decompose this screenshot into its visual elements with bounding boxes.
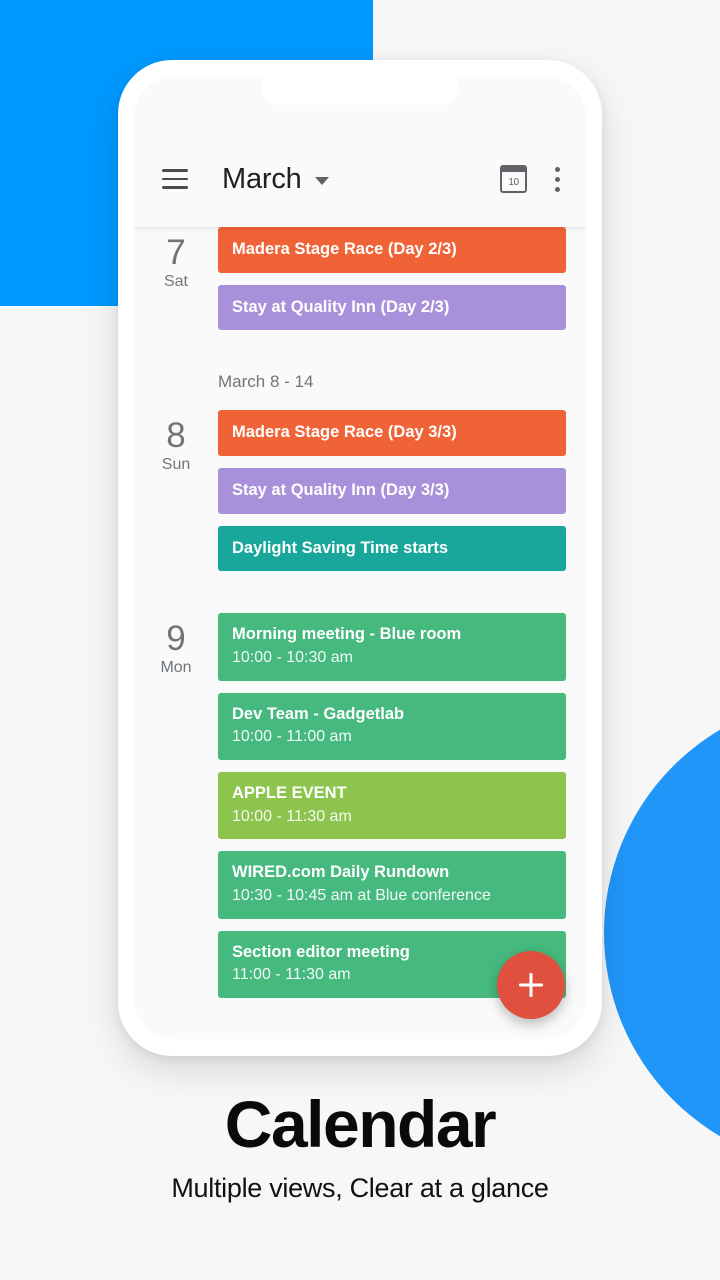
event-title: Morning meeting - Blue room [232, 625, 462, 644]
page-title: March [222, 162, 302, 195]
day-number: 8 [166, 416, 186, 456]
phone-mockup: March 10 7 Sat Madera Stage Race (Day 2/… [118, 60, 602, 1056]
hamburger-menu-icon[interactable] [162, 169, 188, 189]
event-title: WIRED.com Daily Rundown [232, 863, 450, 882]
chevron-down-icon [314, 177, 329, 185]
event-item[interactable]: Madera Stage Race (Day 2/3) [218, 227, 566, 273]
day-number: 9 [166, 619, 186, 659]
event-time: 10:30 - 10:45 am at Blue conference [232, 887, 491, 905]
promo-caption: Calendar Multiple views, Clear at a glan… [0, 1087, 720, 1204]
event-title: Stay at Quality Inn (Day 2/3) [232, 297, 450, 316]
day-events: Madera Stage Race (Day 3/3) Stay at Qual… [218, 410, 566, 583]
day-date-column: 7 Sat [134, 227, 218, 342]
event-title: Daylight Saving Time starts [232, 538, 449, 557]
day-events: Morning meeting - Blue room 10:00 - 10:3… [218, 613, 566, 1010]
event-title: Stay at Quality Inn (Day 3/3) [232, 480, 450, 499]
day-weekday: Mon [160, 658, 192, 676]
add-event-fab[interactable] [497, 951, 565, 1019]
event-title: Section editor meeting [232, 942, 410, 961]
day-date-column: 9 Mon [134, 613, 218, 1010]
calendar-today-date: 10 [508, 177, 519, 188]
day-date-column: 8 Sun [134, 410, 218, 583]
week-range-label: March 8 - 14 [218, 372, 314, 392]
event-item[interactable]: Dev Team - Gadgetlab 10:00 - 11:00 am [218, 692, 566, 760]
promo-title: Calendar [224, 1087, 497, 1161]
event-item[interactable]: Madera Stage Race (Day 3/3) [218, 410, 566, 456]
day-weekday: Sat [163, 272, 188, 290]
agenda-day-8: 8 Sun Madera Stage Race (Day 3/3) Stay a… [134, 410, 586, 583]
event-item[interactable]: Daylight Saving Time starts [218, 525, 566, 572]
day-weekday: Sun [161, 456, 191, 473]
event-time: 10:00 - 11:00 am [232, 728, 352, 746]
event-title: Madera Stage Race (Day 2/3) [232, 240, 457, 258]
more-vertical-icon[interactable] [555, 166, 560, 192]
calendar-today-icon[interactable]: 10 [499, 165, 528, 193]
promo-subtitle: Multiple views, Clear at a glance [171, 1173, 549, 1204]
event-item[interactable]: WIRED.com Daily Rundown 10:30 - 10:45 am… [218, 851, 566, 919]
event-title: Dev Team - Gadgetlab [232, 704, 405, 723]
event-item[interactable]: Stay at Quality Inn (Day 2/3) [218, 284, 566, 331]
phone-screen: March 10 7 Sat Madera Stage Race (Day 2/… [134, 77, 586, 1039]
agenda-day-9: 9 Mon Morning meeting - Blue room 10:00 … [134, 613, 586, 1010]
event-title: Madera Stage Race (Day 3/3) [232, 423, 457, 442]
event-item[interactable]: Morning meeting - Blue room 10:00 - 10:3… [218, 613, 566, 681]
event-time: 10:00 - 10:30 am [232, 648, 353, 666]
month-selector[interactable]: March [222, 163, 329, 196]
agenda-gap [134, 583, 586, 613]
agenda-day-7: 7 Sat Madera Stage Race (Day 2/3) Stay a… [134, 227, 586, 342]
day-events: Madera Stage Race (Day 2/3) Stay at Qual… [218, 227, 566, 342]
promo-screenshot: March 10 7 Sat Madera Stage Race (Day 2/… [0, 0, 720, 1280]
event-item[interactable]: Stay at Quality Inn (Day 3/3) [218, 467, 566, 514]
day-number: 7 [166, 233, 186, 272]
agenda-list[interactable]: 7 Sat Madera Stage Race (Day 2/3) Stay a… [134, 227, 586, 1039]
event-title: APPLE EVENT [232, 783, 347, 802]
phone-notch [262, 77, 458, 105]
event-item[interactable]: APPLE EVENT 10:00 - 11:30 am [218, 771, 566, 840]
event-time: 10:00 - 11:30 am [232, 807, 352, 825]
